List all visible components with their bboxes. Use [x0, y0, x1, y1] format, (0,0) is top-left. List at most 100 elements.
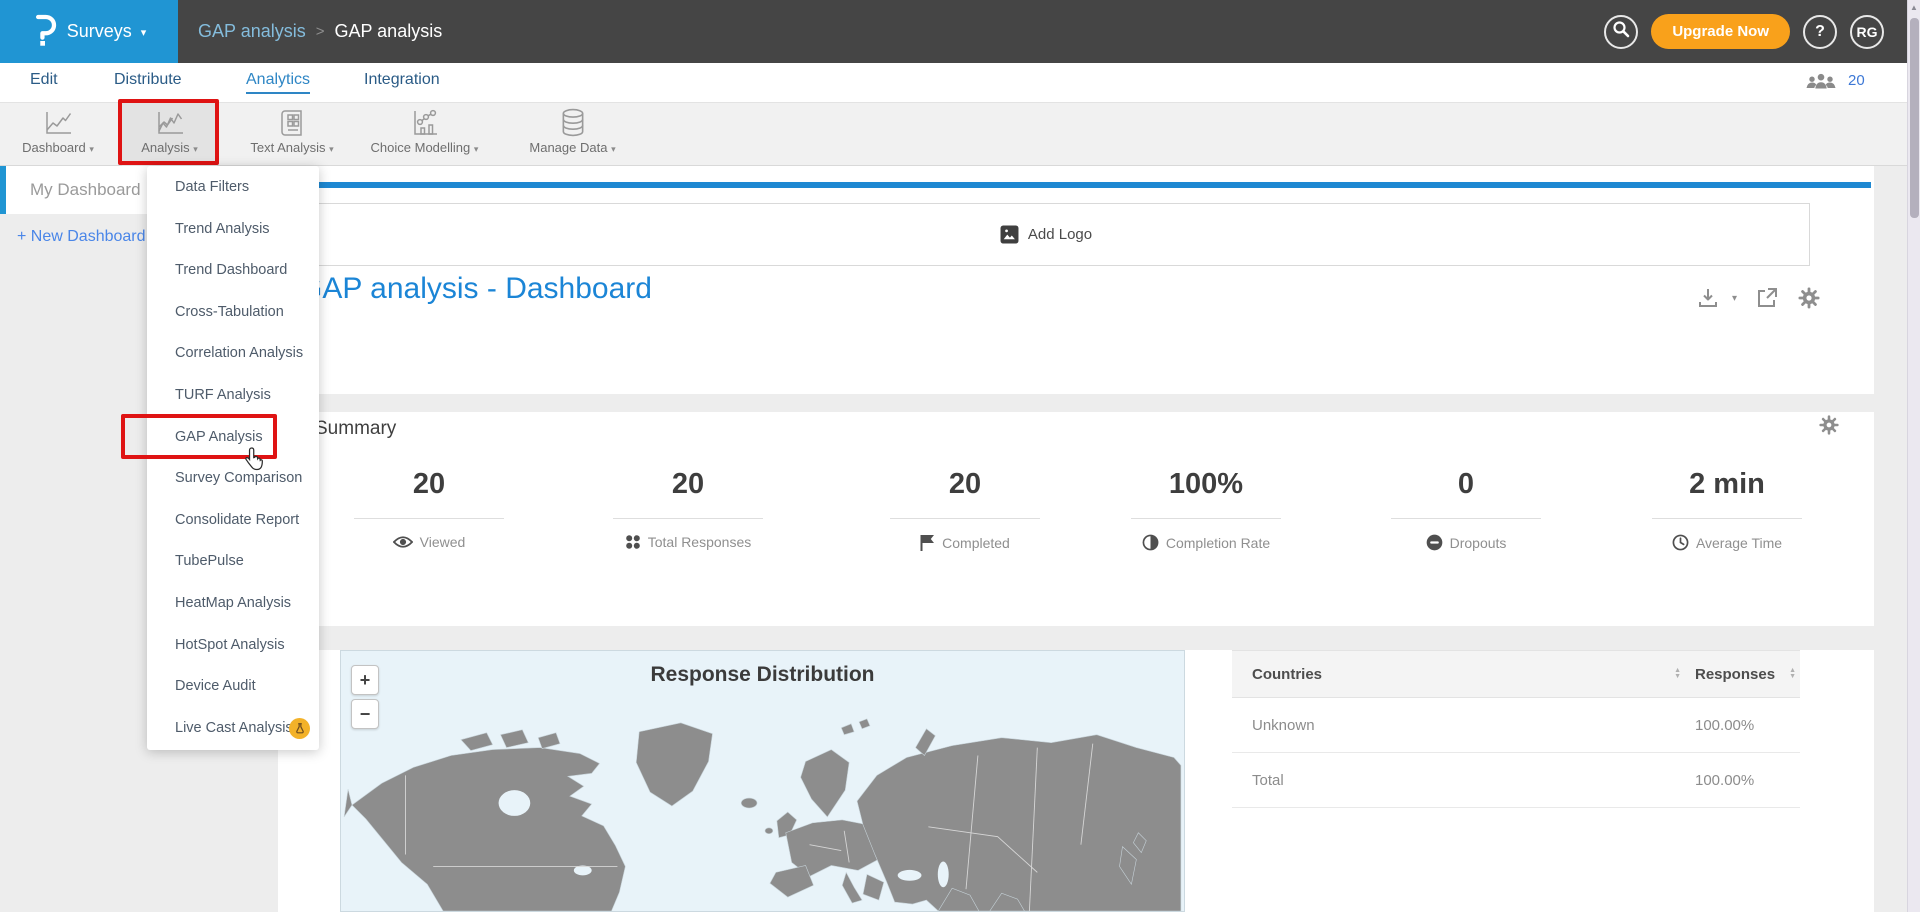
- stat-divider: [613, 518, 763, 519]
- menu-item-device-audit[interactable]: Device Audit: [147, 666, 319, 708]
- stat-label: Viewed: [420, 534, 466, 550]
- breadcrumb-parent[interactable]: GAP analysis: [198, 21, 306, 42]
- toolbar-text-analysis-label: Text Analysis: [250, 140, 325, 155]
- stat-value: 0: [1366, 468, 1566, 501]
- stat-dropouts: 0 Dropouts: [1366, 468, 1566, 551]
- nav-edit[interactable]: Edit: [30, 71, 58, 89]
- add-logo-label: Add Logo: [1028, 226, 1092, 243]
- analysis-dropdown-menu: Data Filters Trend Analysis Trend Dashbo…: [147, 166, 319, 750]
- menu-item-heatmap-analysis[interactable]: HeatMap Analysis: [147, 583, 319, 625]
- nav-integration[interactable]: Integration: [364, 71, 440, 89]
- table-row: Total 100.00%: [1232, 753, 1800, 808]
- toolbar-analysis[interactable]: Analysis ▾: [122, 103, 217, 166]
- stat-label: Average Time: [1696, 535, 1782, 551]
- nav-distribute[interactable]: Distribute: [114, 71, 182, 89]
- product-name: Surveys: [67, 21, 132, 42]
- menu-item-label: Live Cast Analysis: [175, 720, 293, 736]
- dashboard-chart-icon: [8, 108, 108, 138]
- page-scrollbar[interactable]: ▲: [1907, 0, 1920, 912]
- breadcrumb: GAP analysis > GAP analysis: [198, 0, 442, 63]
- toolbar-dashboard-label: Dashboard: [22, 140, 86, 155]
- minus-circle-icon: [1426, 534, 1443, 551]
- country-name: Total: [1232, 772, 1695, 789]
- responses-column-header[interactable]: Responses: [1695, 666, 1775, 683]
- toolbar-dashboard[interactable]: Dashboard ▾: [8, 103, 108, 166]
- country-name: Unknown: [1232, 717, 1695, 734]
- chevron-down-icon: ▾: [193, 144, 198, 154]
- stat-divider: [1391, 518, 1541, 519]
- stat-divider: [354, 518, 504, 519]
- menu-item-gap-analysis[interactable]: GAP Analysis: [147, 417, 319, 459]
- stat-divider: [1652, 518, 1802, 519]
- chevron-down-icon: ▾: [474, 144, 479, 154]
- surveys-menu[interactable]: Surveys ▾: [0, 0, 178, 63]
- image-icon: [1000, 225, 1019, 244]
- stat-average-time: 2 min Average Time: [1627, 468, 1827, 551]
- database-icon: [515, 108, 630, 138]
- questionpro-logo-icon: [32, 11, 58, 52]
- respondents-count[interactable]: 20: [1848, 72, 1865, 89]
- stat-completed: 20 Completed: [865, 468, 1065, 551]
- sort-icon[interactable]: ▲▼: [1789, 668, 1796, 681]
- menu-item-survey-comparison[interactable]: Survey Comparison: [147, 458, 319, 500]
- menu-item-cross-tabulation[interactable]: Cross-Tabulation: [147, 292, 319, 334]
- map-zoom-in-button[interactable]: +: [351, 665, 379, 695]
- countries-table-header: Countries ▲▼ Responses ▲▼: [1232, 650, 1800, 698]
- settings-gear-icon[interactable]: [1797, 286, 1821, 310]
- text-analysis-icon: [232, 108, 352, 138]
- toolbar-text-analysis[interactable]: Text Analysis ▾: [232, 103, 352, 166]
- dashboard-content: Add Logo GAP analysis - Dashboard ▾: [278, 166, 1874, 912]
- world-map[interactable]: [341, 706, 1184, 911]
- toolbar-choice-modelling[interactable]: Choice Modelling ▾: [362, 103, 487, 166]
- share-button[interactable]: [1755, 286, 1779, 310]
- summary-gear-icon[interactable]: [1818, 414, 1840, 441]
- menu-item-trend-analysis[interactable]: Trend Analysis: [147, 209, 319, 251]
- half-circle-icon: [1142, 534, 1159, 551]
- menu-item-live-cast-analysis[interactable]: Live Cast Analysis: [147, 708, 319, 750]
- menu-item-data-filters[interactable]: Data Filters: [147, 167, 319, 209]
- map-title: Response Distribution: [341, 663, 1184, 687]
- section-gap: [278, 626, 1874, 650]
- top-bar-actions: Upgrade Now ? RG: [1604, 0, 1884, 63]
- clock-icon: [1672, 534, 1689, 551]
- stat-label: Completed: [942, 535, 1010, 551]
- table-row: Unknown 100.00%: [1232, 698, 1800, 753]
- choice-modelling-icon: [362, 108, 487, 138]
- nav-analytics[interactable]: Analytics: [246, 71, 310, 94]
- toolbar-manage-data[interactable]: Manage Data ▾: [515, 103, 630, 166]
- countries-column-header[interactable]: Countries: [1252, 666, 1322, 683]
- countries-table: Countries ▲▼ Responses ▲▼ Unknown 100.00…: [1232, 650, 1800, 808]
- menu-item-consolidate-report[interactable]: Consolidate Report: [147, 500, 319, 542]
- download-button[interactable]: [1696, 286, 1720, 310]
- menu-item-turf-analysis[interactable]: TURF Analysis: [147, 375, 319, 417]
- menu-item-correlation-analysis[interactable]: Correlation Analysis: [147, 333, 319, 375]
- stat-divider: [890, 518, 1040, 519]
- sort-icon[interactable]: ▲▼: [1674, 668, 1681, 681]
- menu-item-trend-dashboard[interactable]: Trend Dashboard: [147, 250, 319, 292]
- avatar[interactable]: RG: [1850, 15, 1884, 49]
- response-distribution-map: Response Distribution + −: [340, 650, 1185, 912]
- section-gap: [278, 394, 1874, 412]
- menu-item-hotspot-analysis[interactable]: HotSpot Analysis: [147, 625, 319, 667]
- my-dashboard-label: My Dashboard: [30, 180, 141, 200]
- report-actions: ▾: [1696, 286, 1821, 310]
- stat-label: Completion Rate: [1166, 535, 1270, 551]
- upgrade-now-button[interactable]: Upgrade Now: [1651, 14, 1790, 49]
- breadcrumb-current: GAP analysis: [334, 21, 442, 42]
- scrollbar-thumb[interactable]: [1910, 18, 1919, 218]
- app-window: Surveys ▾ GAP analysis > GAP analysis Up…: [0, 0, 1920, 912]
- scrollbar-up-arrow[interactable]: ▲: [1908, 3, 1920, 12]
- chevron-down-icon: ▾: [611, 144, 616, 154]
- stat-value: 100%: [1106, 468, 1306, 501]
- lab-flask-badge-icon: [289, 718, 310, 739]
- menu-item-tubepulse[interactable]: TubePulse: [147, 541, 319, 583]
- new-dashboard-link[interactable]: + New Dashboard: [17, 228, 146, 246]
- breadcrumb-separator: >: [316, 23, 325, 40]
- stat-value: 20: [865, 468, 1065, 501]
- search-button[interactable]: [1604, 15, 1638, 49]
- add-logo-button[interactable]: Add Logo: [282, 203, 1810, 266]
- stat-label: Total Responses: [648, 534, 752, 550]
- help-button[interactable]: ?: [1803, 15, 1837, 49]
- download-caret-icon[interactable]: ▾: [1732, 293, 1737, 304]
- toolbar-analysis-label: Analysis: [141, 140, 189, 155]
